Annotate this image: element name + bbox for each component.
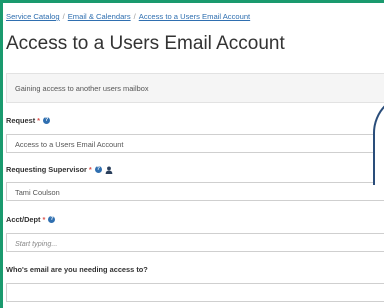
whos-email-label: Who's email are you needing access to?	[6, 265, 148, 274]
question-circle-icon[interactable]: ?	[48, 216, 56, 223]
supervisor-label: Requesting Supervisor * ?	[6, 165, 113, 174]
breadcrumb-separator: /	[62, 12, 65, 21]
request-value: Access to a Users Email Account	[15, 140, 124, 149]
request-label-text: Request	[6, 116, 36, 125]
request-label: Request * ?	[6, 116, 51, 125]
question-circle-icon[interactable]: ?	[94, 166, 102, 173]
supervisor-field[interactable]: Tami Coulson	[6, 182, 384, 201]
description-text: Gaining access to another users mailbox	[15, 84, 149, 93]
page-title: Access to a Users Email Account	[6, 33, 285, 54]
question-circle-icon[interactable]: ?	[43, 117, 51, 124]
page: Service Catalog / Email & Calendars / Access…	[3, 3, 384, 308]
description-panel: Gaining access to another users mailbox	[6, 73, 384, 103]
breadcrumb: Service Catalog / Email & Calendars / Access…	[6, 12, 250, 21]
acct-dept-label-text: Acct/Dept	[6, 215, 41, 224]
required-marker: *	[88, 165, 92, 174]
breadcrumb-separator: /	[133, 12, 136, 21]
required-marker: *	[37, 116, 41, 125]
breadcrumb-email-calendars[interactable]: Email & Calendars	[68, 12, 131, 21]
supervisor-value: Tami Coulson	[15, 188, 60, 197]
whos-email-label-text: Who's email are you needing access to?	[6, 265, 148, 274]
breadcrumb-service-catalog[interactable]: Service Catalog	[6, 12, 60, 21]
supervisor-label-text: Requesting Supervisor	[6, 165, 87, 174]
required-marker: *	[42, 215, 46, 224]
popup-panel	[373, 93, 384, 185]
request-field[interactable]: Access to a Users Email Account	[6, 134, 384, 153]
acct-dept-placeholder: Start typing...	[15, 239, 58, 248]
acct-dept-label: Acct/Dept * ?	[6, 215, 56, 224]
user-icon[interactable]	[105, 165, 113, 174]
whos-email-field[interactable]	[6, 283, 384, 302]
breadcrumb-current-page[interactable]: Access to a Users Email Account	[139, 12, 250, 21]
acct-dept-field[interactable]: Start typing...	[6, 233, 384, 252]
